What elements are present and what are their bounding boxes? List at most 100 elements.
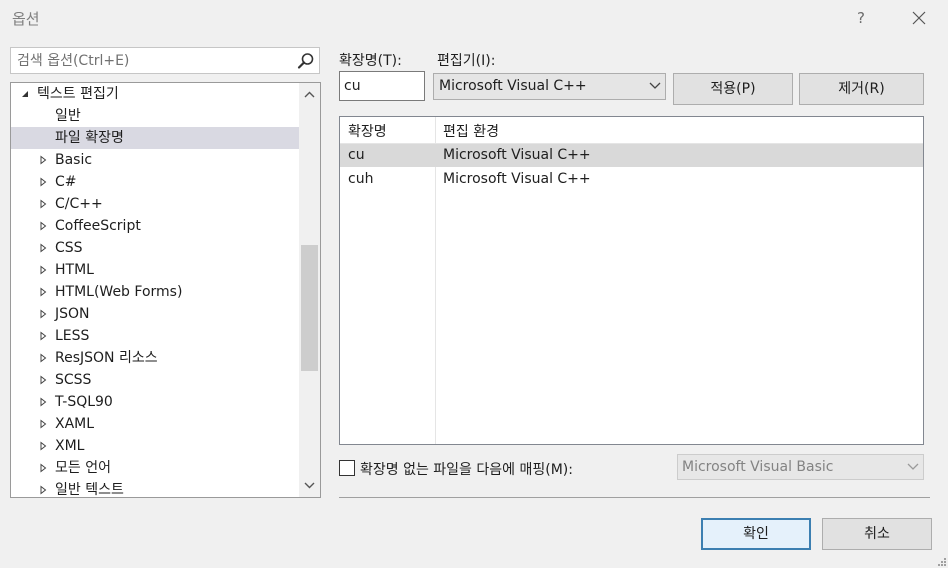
extension-input[interactable]: cu xyxy=(339,71,425,101)
tree-item[interactable]: CSS xyxy=(11,237,299,259)
tree-item-label: 일반 xyxy=(55,108,81,124)
tree-expander[interactable] xyxy=(37,171,49,193)
tree-item[interactable]: C/C++ xyxy=(11,193,299,215)
editor-label: 편집기(I): xyxy=(437,53,496,69)
divider xyxy=(339,497,930,498)
cell-extension: cu xyxy=(348,147,365,163)
search-icon[interactable] xyxy=(297,52,315,70)
resize-grip-icon[interactable] xyxy=(935,555,947,567)
tree-expander[interactable] xyxy=(37,193,49,215)
map-no-extension-select: Microsoft Visual Basic xyxy=(677,454,924,480)
tree-item-label: SCSS xyxy=(55,372,92,388)
list-row[interactable]: cuh Microsoft Visual C++ xyxy=(340,168,923,191)
tree-expander[interactable] xyxy=(37,325,49,347)
collapsed-arrow-icon[interactable] xyxy=(38,375,48,385)
map-no-extension-value: Microsoft Visual Basic xyxy=(682,459,834,475)
collapsed-arrow-icon[interactable] xyxy=(38,485,48,495)
collapsed-arrow-icon[interactable] xyxy=(38,397,48,407)
map-no-extension-checkbox[interactable] xyxy=(339,460,355,476)
tree-expander[interactable] xyxy=(37,303,49,325)
map-no-extension-label[interactable]: 확장명 없는 파일을 다음에 매핑(M): xyxy=(360,459,573,479)
collapsed-arrow-icon[interactable] xyxy=(38,243,48,253)
list-row[interactable]: cu Microsoft Visual C++ xyxy=(340,144,923,167)
collapsed-arrow-icon[interactable] xyxy=(38,309,48,319)
collapsed-arrow-icon[interactable] xyxy=(38,287,48,297)
tree-item-label: HTML xyxy=(55,262,94,278)
scroll-down-button[interactable] xyxy=(299,473,320,497)
tree-item-label: ResJSON 리소스 xyxy=(55,350,158,366)
collapsed-arrow-icon[interactable] xyxy=(38,177,48,187)
tree-expander[interactable] xyxy=(37,347,49,369)
collapsed-arrow-icon[interactable] xyxy=(38,353,48,363)
tree-expander[interactable] xyxy=(37,215,49,237)
tree-item[interactable]: XAML xyxy=(11,413,299,435)
cell-editor: Microsoft Visual C++ xyxy=(443,171,591,187)
tree-item-label: C/C++ xyxy=(55,196,103,212)
column-header-editor[interactable]: 편집 환경 xyxy=(443,121,499,141)
extension-label: 확장명(T): xyxy=(339,53,402,69)
scroll-up-button[interactable] xyxy=(299,83,320,107)
chevron-up-icon xyxy=(304,91,315,98)
tree-expander[interactable] xyxy=(37,281,49,303)
apply-button[interactable]: 적용(P) xyxy=(673,73,793,105)
collapsed-arrow-icon[interactable] xyxy=(38,155,48,165)
tree-item[interactable]: LESS xyxy=(11,325,299,347)
tree-item[interactable]: HTML(Web Forms) xyxy=(11,281,299,303)
tree-item[interactable]: Basic xyxy=(11,149,299,171)
window-title: 옵션 xyxy=(12,10,40,28)
tree-item[interactable]: 일반 텍스트 xyxy=(11,479,299,498)
tree-item-label: JSON xyxy=(55,306,90,322)
cell-editor: Microsoft Visual C++ xyxy=(443,147,591,163)
collapsed-arrow-icon[interactable] xyxy=(38,265,48,275)
help-button[interactable]: ? xyxy=(846,4,876,32)
tree-item[interactable]: T-SQL90 xyxy=(11,391,299,413)
tree-item-label: 파일 확장명 xyxy=(55,130,124,146)
tree-expander[interactable] xyxy=(37,369,49,391)
tree-item-label: XML xyxy=(55,438,85,454)
tree-expander[interactable] xyxy=(37,413,49,435)
search-input[interactable] xyxy=(11,48,305,73)
tree-expander[interactable] xyxy=(37,149,49,171)
tree-item[interactable]: 모든 언어 xyxy=(11,457,299,479)
collapsed-arrow-icon[interactable] xyxy=(38,331,48,341)
tree-item-label: Basic xyxy=(55,152,93,168)
ok-button[interactable]: 확인 xyxy=(701,518,811,550)
tree-item[interactable]: JSON xyxy=(11,303,299,325)
expanded-arrow-icon[interactable] xyxy=(20,89,30,99)
tree-item[interactable]: CoffeeScript xyxy=(11,215,299,237)
collapsed-arrow-icon[interactable] xyxy=(38,199,48,209)
tree-expander[interactable] xyxy=(37,391,49,413)
tree-item-label: XAML xyxy=(55,416,95,432)
tree-item[interactable]: HTML xyxy=(11,259,299,281)
editor-select[interactable]: Microsoft Visual C++ xyxy=(433,73,666,100)
tree-item[interactable]: ResJSON 리소스 xyxy=(11,347,299,369)
tree-expander[interactable] xyxy=(37,259,49,281)
tree-item[interactable]: XML xyxy=(11,435,299,457)
tree-expander[interactable] xyxy=(19,83,31,105)
scroll-thumb[interactable] xyxy=(301,245,318,371)
column-header-extension[interactable]: 확장명 xyxy=(348,121,387,141)
chevron-down-icon xyxy=(907,463,919,470)
remove-button[interactable]: 제거(R) xyxy=(799,73,924,105)
cancel-button[interactable]: 취소 xyxy=(822,518,932,550)
tree-expander[interactable] xyxy=(37,479,49,497)
tree-item[interactable]: 파일 확장명 xyxy=(11,127,299,149)
collapsed-arrow-icon[interactable] xyxy=(38,221,48,231)
close-button[interactable] xyxy=(904,4,934,32)
tree-item[interactable]: 일반 xyxy=(11,105,299,127)
tree-item[interactable]: SCSS xyxy=(11,369,299,391)
tree-item[interactable]: 텍스트 편집기 xyxy=(11,83,299,105)
editor-select-value: Microsoft Visual C++ xyxy=(439,78,587,94)
tree-expander[interactable] xyxy=(37,457,49,479)
collapsed-arrow-icon[interactable] xyxy=(38,419,48,429)
extension-list: 확장명 편집 환경 cu Microsoft Visual C++ cuh Micro… xyxy=(339,116,924,445)
tree-item-label: CoffeeScript xyxy=(55,218,141,234)
tree-expander[interactable] xyxy=(37,435,49,457)
collapsed-arrow-icon[interactable] xyxy=(38,463,48,473)
tree-item[interactable]: C# xyxy=(11,171,299,193)
tree-expander[interactable] xyxy=(37,237,49,259)
tree-scrollbar[interactable] xyxy=(299,83,320,497)
chevron-down-icon xyxy=(304,482,315,489)
collapsed-arrow-icon[interactable] xyxy=(38,441,48,451)
tree-item-label: 일반 텍스트 xyxy=(55,482,124,498)
